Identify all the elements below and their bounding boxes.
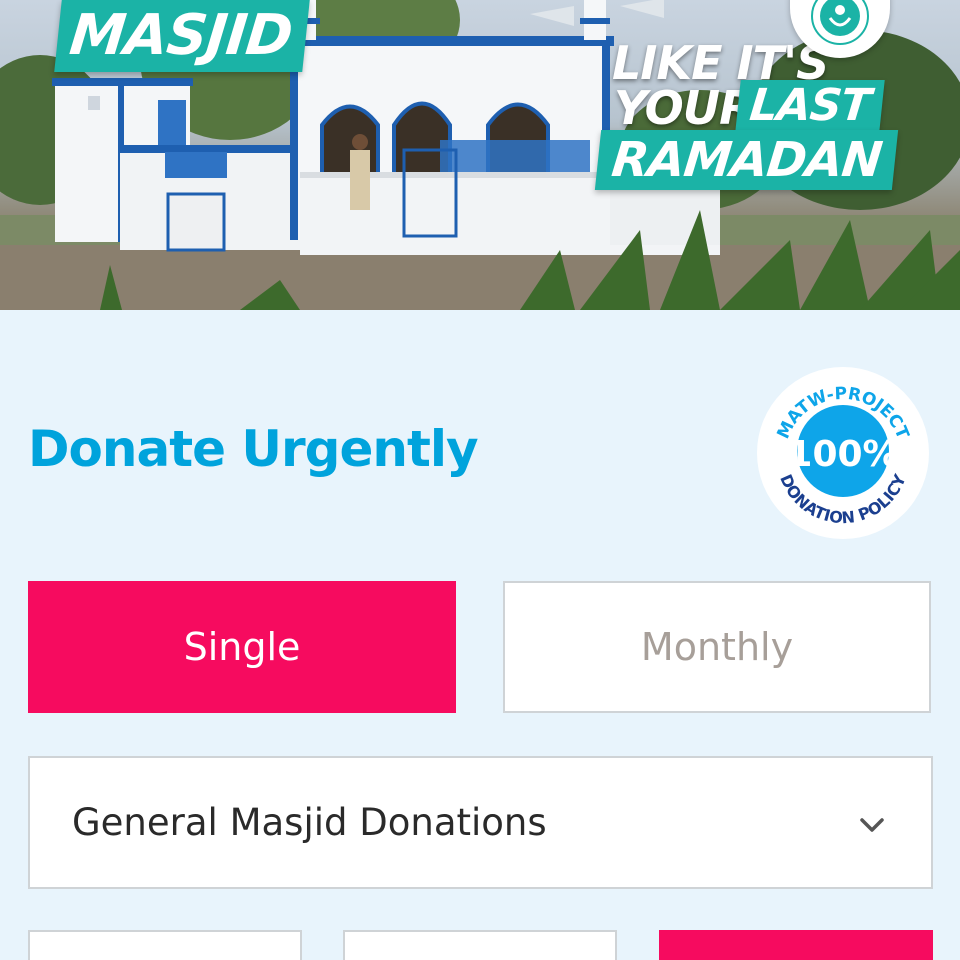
donation-page: MASJID LIKE IT'S YOUR LAST RAMADAN Donat… [0, 0, 960, 960]
hero-tag-ramadan: RAMADAN [594, 130, 899, 190]
hands-heart-icon [811, 0, 869, 45]
hero-tag-masjid-text: MASJID [66, 3, 296, 68]
hero-tag-your: YOUR [614, 85, 755, 131]
donation-policy-badge: 100% MATW-PROJECT DONATION POLICY [757, 367, 929, 539]
hero-banner: MASJID LIKE IT'S YOUR LAST RAMADAN [0, 0, 960, 310]
amount-option[interactable] [28, 930, 302, 960]
amount-option-selected[interactable] [659, 930, 933, 960]
single-button[interactable]: Single [28, 581, 456, 713]
hero-logo [790, 0, 890, 58]
chevron-down-icon [860, 818, 884, 832]
project-select-value: General Masjid Donations [72, 801, 547, 844]
hero-tag-ramadan-text: RAMADAN [609, 132, 885, 188]
donate-heading: Donate Urgently [28, 420, 479, 478]
monthly-button[interactable]: Monthly [503, 581, 931, 713]
badge-center-text: 100% [787, 434, 898, 475]
hero-tag-your-text: YOUR [614, 81, 755, 135]
hero-tag-last-text: LAST [747, 80, 873, 131]
amount-option[interactable] [343, 930, 617, 960]
project-select[interactable]: General Masjid Donations [28, 756, 933, 889]
hero-tag-masjid: MASJID [54, 0, 310, 72]
hero-tag-last: LAST [735, 80, 885, 132]
